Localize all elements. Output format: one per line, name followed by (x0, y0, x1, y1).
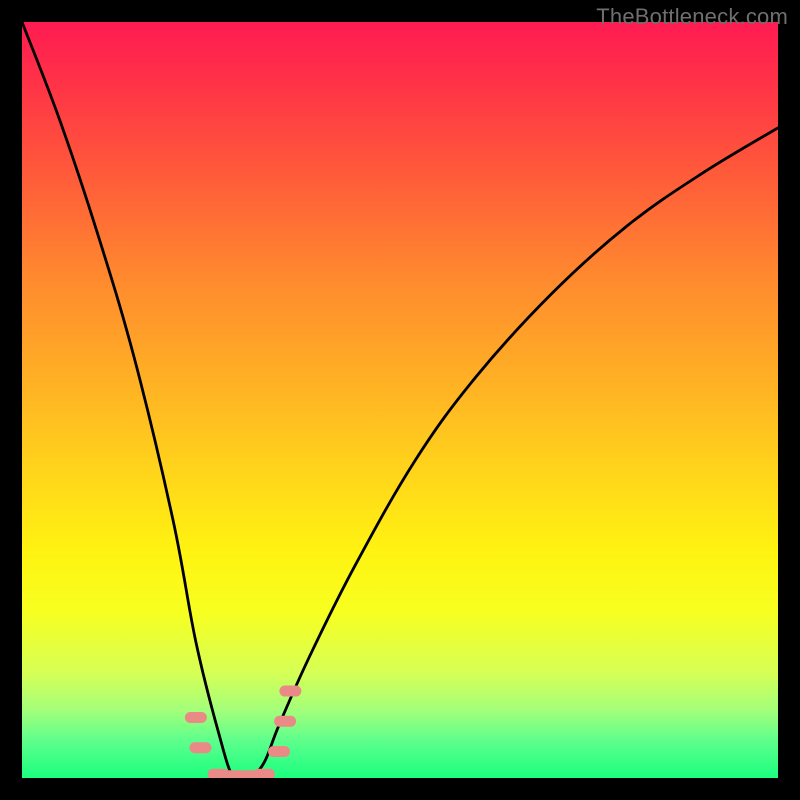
curve-marker (189, 742, 211, 753)
chart-overlay (22, 22, 778, 778)
curve-marker (268, 746, 290, 757)
curve-marker (274, 716, 296, 727)
plot-area (22, 22, 778, 778)
watermark-text: TheBottleneck.com (596, 4, 788, 30)
curve-marker (185, 712, 207, 723)
marker-layer (185, 686, 302, 778)
bottleneck-curve (22, 22, 778, 778)
chart-stage: TheBottleneck.com (0, 0, 800, 800)
curve-marker (279, 686, 301, 697)
curve-marker (253, 769, 275, 778)
